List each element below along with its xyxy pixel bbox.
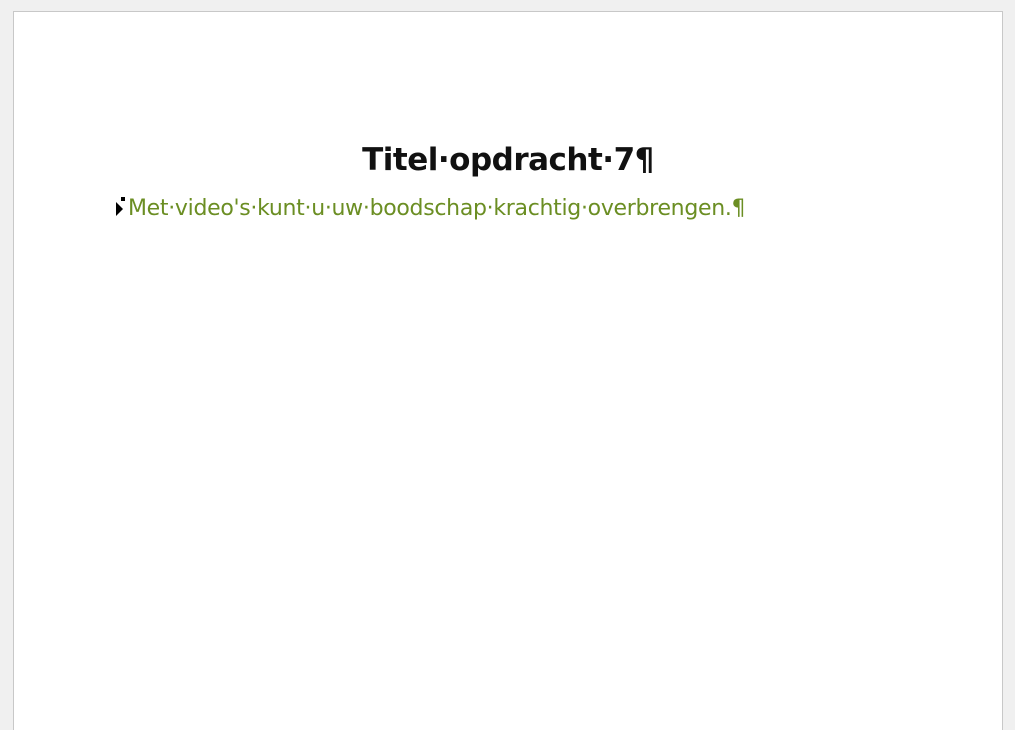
document-title[interactable]: Titel·opdracht·7¶ (14, 140, 1002, 180)
bullet-paragraph-text[interactable]: Met·video's·kunt·u·uw·boodschap·krachtig… (128, 194, 746, 224)
document-workspace: Titel·opdracht·7¶ Met·video's·kunt·u·uw·… (0, 0, 1015, 730)
collapse-triangle-icon[interactable] (112, 194, 128, 224)
bullet-paragraph[interactable]: Met·video's·kunt·u·uw·boodschap·krachtig… (112, 194, 746, 224)
document-page[interactable]: Titel·opdracht·7¶ Met·video's·kunt·u·uw·… (13, 11, 1003, 730)
formatting-mark-dot (121, 197, 125, 201)
triangle-shape (116, 202, 123, 216)
